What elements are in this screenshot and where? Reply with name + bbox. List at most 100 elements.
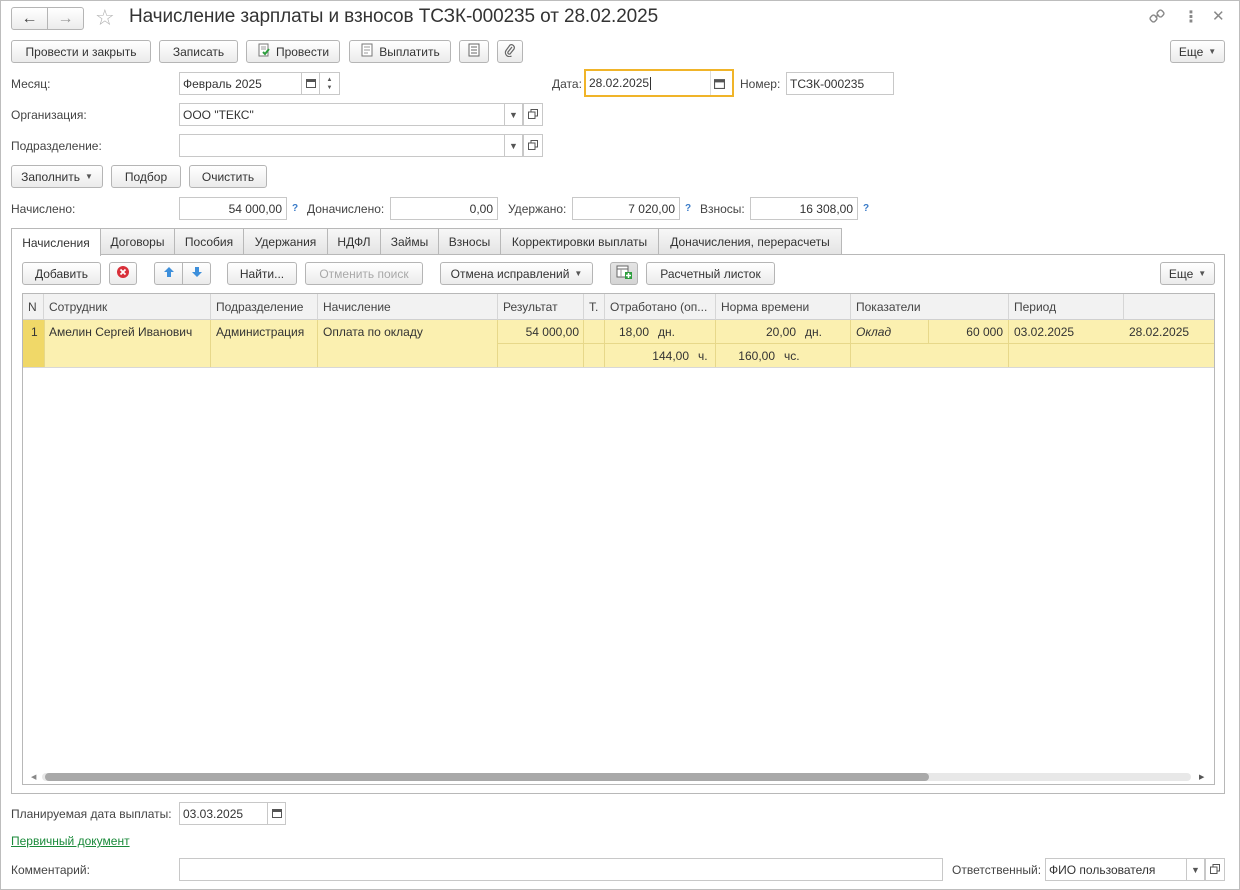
employee-cell[interactable]: Амелин Сергей Иванович — [49, 325, 192, 339]
column-header-type[interactable]: Т. — [584, 294, 605, 320]
accrued-help-icon[interactable]: ? — [292, 203, 298, 214]
tab-contributions[interactable]: Взносы — [438, 228, 501, 254]
add-row-button[interactable]: Добавить — [22, 262, 101, 285]
row-separator — [497, 343, 1214, 344]
department-input[interactable] — [179, 134, 505, 157]
department-open-button[interactable] — [523, 134, 543, 157]
delete-row-button[interactable] — [109, 262, 137, 285]
cancel-corrections-button[interactable]: Отмена исправлений ▼ — [440, 262, 593, 285]
norm-days-cell[interactable]: 20,00 — [716, 325, 796, 339]
date-calendar-icon[interactable] — [714, 78, 725, 92]
organization-open-button[interactable] — [523, 103, 543, 126]
select-button[interactable]: Подбор — [111, 165, 181, 188]
row-separator — [210, 320, 211, 368]
post-document-icon — [257, 43, 271, 60]
norm-hours-cell[interactable]: 160,00 — [716, 349, 775, 363]
accrual-cell[interactable]: Оплата по окладу — [323, 325, 423, 339]
forward-button[interactable]: → — [47, 7, 84, 30]
close-icon[interactable]: ✕ — [1212, 7, 1225, 25]
column-header-period-end[interactable] — [1124, 294, 1214, 320]
period-end-cell[interactable]: 28.02.2025 — [1129, 325, 1189, 339]
tab-ndfl[interactable]: НДФЛ — [327, 228, 381, 254]
contributions-help-icon[interactable]: ? — [863, 203, 869, 214]
primary-document-link[interactable]: Первичный документ — [11, 834, 130, 848]
responsible-input[interactable]: ФИО пользователя — [1045, 858, 1187, 881]
tab-recalculations[interactable]: Доначисления, перерасчеты — [658, 228, 842, 254]
tab-deductions[interactable]: Удержания — [243, 228, 328, 254]
fill-button[interactable]: Заполнить ▼ — [11, 165, 103, 188]
link-icon[interactable] — [1149, 8, 1165, 28]
favorite-star-icon[interactable]: ☆ — [95, 6, 115, 30]
worked-days-cell[interactable]: 18,00 — [605, 325, 649, 339]
worked-hours-cell[interactable]: 144,00 — [605, 349, 689, 363]
column-header-accrual[interactable]: Начисление — [318, 294, 498, 320]
tab-accruals[interactable]: Начисления — [11, 228, 101, 256]
responsible-open-button[interactable] — [1205, 858, 1225, 881]
department-cell[interactable]: Администрация — [216, 325, 304, 339]
pay-date-calendar-button[interactable] — [268, 802, 286, 825]
month-calendar-button[interactable] — [302, 72, 320, 95]
tab-benefits[interactable]: Пособия — [174, 228, 244, 254]
find-button[interactable]: Найти... — [227, 262, 297, 285]
column-header-indicators[interactable]: Показатели — [851, 294, 1009, 320]
pay-date-input[interactable]: 03.03.2025 — [179, 802, 268, 825]
month-input[interactable]: Февраль 2025 — [179, 72, 302, 95]
horizontal-scrollbar-thumb[interactable] — [45, 773, 929, 781]
more-vertical-icon[interactable]: ⋮ — [1183, 7, 1199, 27]
number-label: Номер: — [740, 77, 781, 91]
department-label: Подразделение: — [11, 139, 102, 153]
post-and-close-button[interactable]: Провести и закрыть — [11, 40, 151, 63]
open-window-icon — [528, 108, 538, 121]
clear-button[interactable]: Очистить — [189, 165, 267, 188]
accrued-value: 54 000,00 — [179, 197, 287, 220]
organization-dropdown-button[interactable]: ▼ — [505, 103, 523, 126]
responsible-dropdown-button[interactable]: ▼ — [1187, 858, 1205, 881]
column-header-n[interactable]: N — [23, 294, 44, 320]
caret-down-icon: ▼ — [85, 172, 93, 181]
period-start-cell[interactable]: 03.02.2025 — [1014, 325, 1074, 339]
number-input[interactable]: ТСЗК-000235 — [786, 72, 894, 95]
withheld-value: 7 020,00 — [572, 197, 680, 220]
date-input[interactable]: 28.02.2025 — [584, 69, 734, 97]
report-button[interactable] — [459, 40, 489, 63]
add-from-table-button[interactable] — [610, 262, 638, 285]
month-stepper[interactable]: ▲ ▼ — [320, 72, 340, 95]
back-button[interactable]: ← — [11, 7, 48, 30]
column-header-time-norm[interactable]: Норма времени — [716, 294, 851, 320]
payslip-button[interactable]: Расчетный листок — [646, 262, 775, 285]
column-header-period[interactable]: Период — [1009, 294, 1124, 320]
cancel-search-button[interactable]: Отменить поиск — [305, 262, 423, 285]
tab-payment-corrections[interactable]: Корректировки выплаты — [500, 228, 659, 254]
withheld-help-icon[interactable]: ? — [685, 203, 691, 214]
move-down-button[interactable] — [182, 262, 211, 285]
tab-loans[interactable]: Займы — [380, 228, 439, 254]
column-header-employee[interactable]: Сотрудник — [44, 294, 211, 320]
accruals-table[interactable]: N Сотрудник Подразделение Начисление Рез… — [22, 293, 1215, 785]
caret-down-icon: ▼ — [1208, 47, 1217, 56]
column-header-department[interactable]: Подразделение — [211, 294, 318, 320]
scroll-right-icon[interactable]: ▶ — [1199, 773, 1204, 781]
comment-input[interactable] — [179, 858, 943, 881]
attach-button[interactable] — [497, 40, 523, 63]
date-label: Дата: — [552, 77, 582, 91]
save-button[interactable]: Записать — [159, 40, 238, 63]
more-menu-button[interactable]: Еще ▼ — [1170, 40, 1225, 63]
indicator-value-cell[interactable]: 60 000 — [929, 325, 1003, 339]
page-title: Начисление зарплаты и взносов ТСЗК-00023… — [129, 6, 659, 27]
scroll-left-icon[interactable]: ◀ — [31, 773, 36, 781]
pay-button[interactable]: Выплатить — [349, 40, 451, 63]
tab-contracts[interactable]: Договоры — [100, 228, 175, 254]
grid-more-button[interactable]: Еще ▼ — [1160, 262, 1215, 285]
move-up-button[interactable] — [154, 262, 183, 285]
row-separator — [23, 367, 1214, 368]
column-header-worked[interactable]: Отработано (оп... — [605, 294, 716, 320]
organization-input[interactable]: ООО "ТЕКС" — [179, 103, 505, 126]
result-cell[interactable]: 54 000,00 — [498, 325, 579, 339]
post-button[interactable]: Провести — [246, 40, 340, 63]
caret-down-icon: ▼ — [1198, 269, 1207, 278]
department-dropdown-button[interactable]: ▼ — [505, 134, 523, 157]
calendar-icon — [271, 808, 282, 820]
column-header-result[interactable]: Результат — [498, 294, 584, 320]
row-separator — [583, 320, 584, 368]
dropdown-arrow-icon: ▼ — [1191, 864, 1200, 875]
